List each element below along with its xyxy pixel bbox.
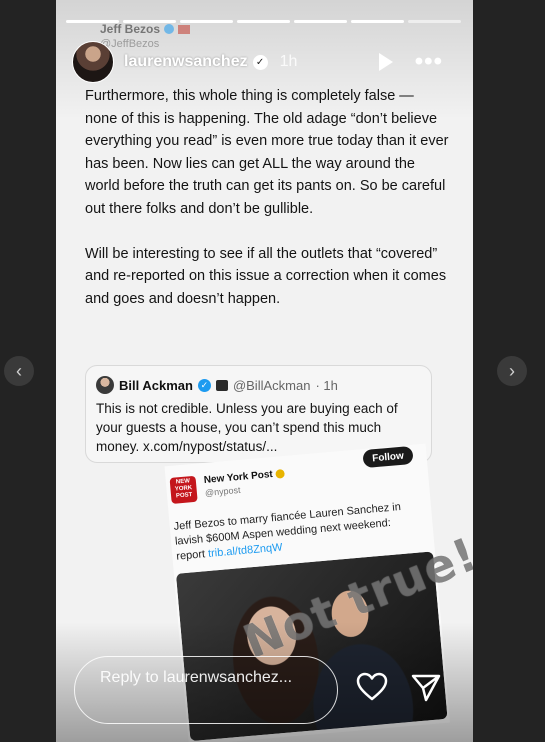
story-header: laurenwsanchez ✓ 1h: [72, 40, 297, 84]
quoted-handle: @BillAckman: [232, 377, 311, 393]
tweet-paragraph-2: Will be interesting to see if all the ou…: [85, 245, 447, 307]
nypost-text: Jeff Bezos to marry fiancée Lauren Sanch…: [173, 499, 416, 565]
chevron-left-icon[interactable]: ‹: [4, 356, 34, 386]
nypost-header: NEW YORK POST New York Post @nypost: [169, 468, 287, 504]
play-icon[interactable]: [378, 53, 393, 71]
nypost-identity: New York Post @nypost: [203, 468, 286, 501]
story-viewer[interactable]: Jeff Bezos @JeffBezos laurenwsanchez ✓ 1…: [56, 0, 473, 742]
story-progress-bar: [66, 20, 461, 23]
verified-icon: ✓: [252, 54, 268, 70]
heart-icon[interactable]: [356, 672, 388, 702]
ghost-name: Jeff Bezos: [100, 22, 161, 36]
progress-segment: [66, 20, 119, 23]
chevron-right-icon[interactable]: ›: [497, 356, 527, 386]
nypost-link: trib.al/td8ZnqW: [207, 541, 283, 560]
story-controls: •••: [378, 50, 443, 74]
tweet-paragraph-1: Furthermore, this whole thing is complet…: [85, 88, 449, 217]
gold-verified-icon: [275, 468, 286, 479]
nypost-logo: NEW YORK POST: [169, 475, 198, 504]
story-username[interactable]: laurenwsanchez: [124, 53, 248, 71]
avatar[interactable]: [72, 41, 114, 83]
flag-icon: [215, 379, 228, 391]
more-icon[interactable]: •••: [415, 50, 443, 74]
quoted-time: · 1h: [315, 377, 338, 393]
progress-segment: [180, 20, 233, 23]
verified-icon: [164, 24, 175, 34]
send-icon[interactable]: [410, 673, 442, 703]
progress-segment: [237, 20, 290, 23]
progress-segment: [123, 20, 176, 23]
progress-segment: [294, 20, 347, 23]
progress-segment: [408, 20, 461, 23]
progress-segment: [351, 20, 404, 23]
reply-input[interactable]: Reply to laurenwsanchez...: [74, 656, 338, 724]
verified-icon: ✓: [197, 378, 211, 392]
story-time: 1h: [279, 53, 298, 70]
quoted-name: Bill Ackman: [119, 377, 193, 393]
ghost-name-row: Jeff Bezos: [100, 22, 191, 36]
quoted-avatar: [96, 376, 114, 394]
flag-icon: [178, 24, 191, 34]
quoted-tweet-header: Bill Ackman ✓ @BillAckman · 1h: [96, 376, 421, 394]
tweet-body: Furthermore, this whole thing is complet…: [85, 85, 450, 332]
